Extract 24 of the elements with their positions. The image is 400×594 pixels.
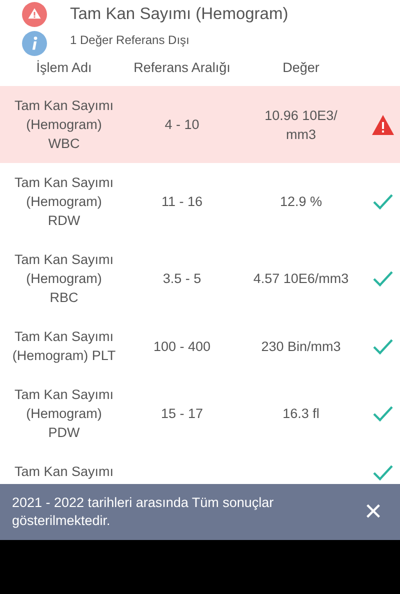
reference-range: 3.5 - 5: [162, 270, 202, 288]
test-name: Tam Kan Sayımı (Hemogram) PDW: [13, 386, 115, 442]
info-icon: [22, 31, 47, 56]
test-name: Tam Kan Sayımı (Hemogram) RBC: [13, 251, 115, 308]
reference-range: 4 - 10: [164, 116, 200, 134]
reference-range: 15 - 17: [160, 405, 204, 424]
reference-range: 11 - 16: [161, 193, 203, 212]
column-header: Değer: [282, 60, 320, 75]
column-header: Referans Aralığı: [134, 60, 230, 75]
result-value: 230 Bin/mm3: [261, 338, 341, 356]
result-value: 10.96 10E3/ mm3: [264, 106, 338, 144]
test-name: Tam Kan Sayımı (Hemogram) PLT: [12, 328, 116, 366]
column-header: İşlem Adı: [36, 60, 92, 75]
result-value: 4.57 10E6/mm3: [253, 270, 349, 288]
result-value: 16.3 fl: [282, 405, 320, 424]
summary-text: 1 Değer Referans Dışı: [70, 32, 190, 48]
test-name: Tam Kan Sayımı (Hemogram) WBC: [13, 97, 115, 154]
test-name: Tam Kan Sayımı: [14, 463, 114, 482]
test-name: Tam Kan Sayımı (Hemogram) RDW: [13, 174, 115, 230]
snackbar-message: 2021 - 2022 tarihleri arasında Tüm sonuçlar gösterilmektedir.: [12, 494, 275, 530]
close-button[interactable]: ×: [358, 497, 388, 527]
result-value: 12.9 %: [280, 193, 322, 212]
report-title: Tam Kan Sayımı (Hemogram): [70, 4, 288, 26]
reference-range: 100 - 400: [153, 338, 211, 356]
